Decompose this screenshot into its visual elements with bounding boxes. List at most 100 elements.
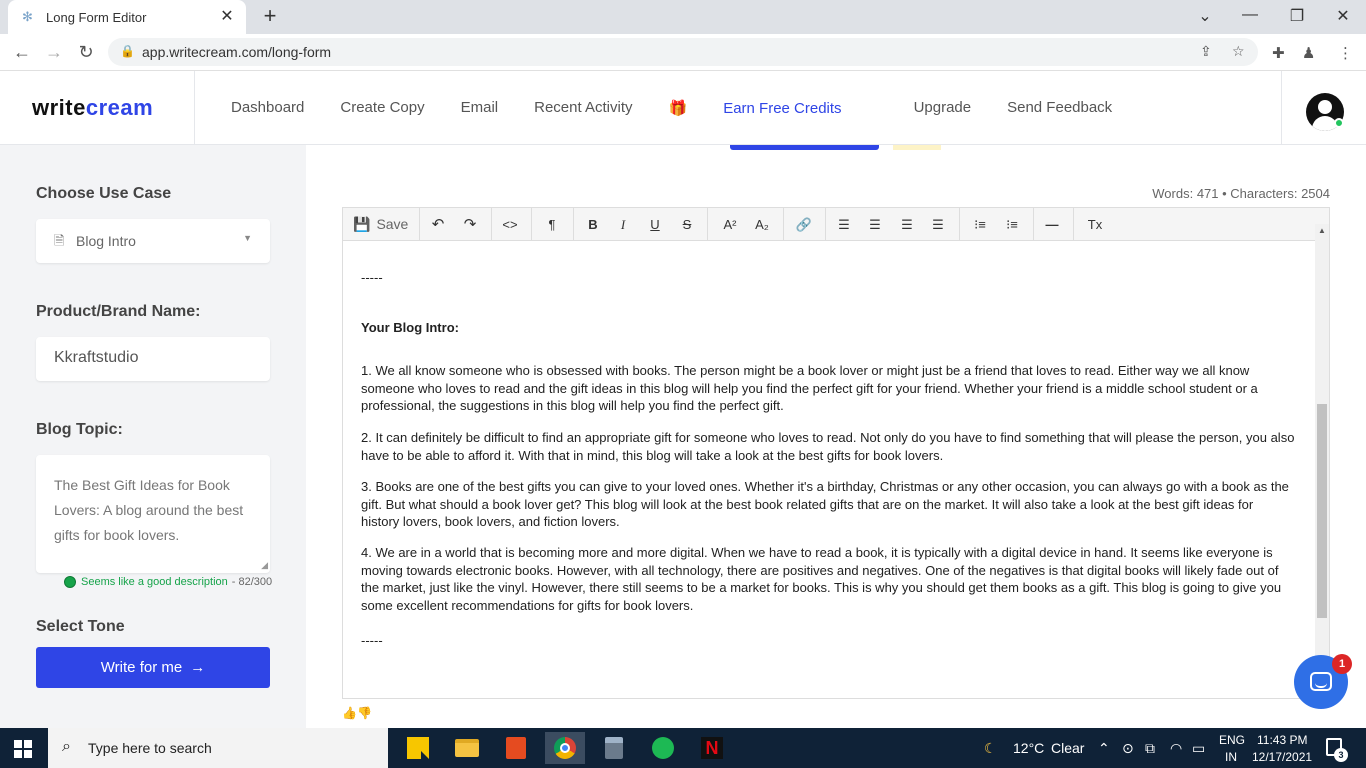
nav-upgrade[interactable]: Upgrade (914, 99, 972, 117)
scrollbar-thumb[interactable] (1317, 404, 1327, 618)
scroll-up-arrow-icon[interactable]: ▲ (1318, 226, 1326, 235)
close-tab-icon[interactable]: ✕ (218, 8, 236, 26)
tray-app-icon[interactable]: ⊙ (1122, 740, 1134, 757)
language-region[interactable]: IN (1225, 750, 1237, 764)
blog-topic-label: Blog Topic: (36, 421, 123, 438)
description-char-count: - 82/300 (231, 576, 273, 588)
redo-icon[interactable]: ↷ (457, 208, 483, 241)
tab-search-chevron-icon[interactable]: ⌄ (1193, 6, 1217, 26)
calculator-app[interactable] (594, 732, 634, 764)
top-secondary-button[interactable] (893, 145, 941, 150)
align-right-icon[interactable]: ☰ (894, 208, 920, 241)
chrome-icon (554, 737, 576, 759)
rich-text-editor: 💾 Save ↶ ↷ <> ¶ B I U S A² A₂ 🔗 ☰ ☰ ☰ ☰ (342, 207, 1330, 699)
wifi-icon[interactable]: ◠ (1170, 740, 1182, 757)
weather-temp[interactable]: 12°C (1013, 740, 1044, 756)
browser-menu-icon[interactable]: ⋮ (1338, 44, 1353, 62)
numbered-list-icon[interactable]: ⁝≡ (999, 208, 1025, 241)
taskbar-search[interactable]: ⌕ Type here to search (48, 728, 388, 768)
search-icon: ⌕ (62, 738, 71, 755)
spotify-app[interactable] (643, 732, 683, 764)
nav-dashboard[interactable]: Dashboard (231, 99, 304, 117)
code-view-icon[interactable]: <> (497, 208, 523, 241)
battery-icon[interactable]: ▭ (1192, 740, 1205, 757)
netflix-app[interactable]: N (692, 732, 732, 764)
chat-unread-badge: 1 (1332, 654, 1352, 674)
notification-count: 3 (1334, 748, 1348, 762)
top-action-button[interactable] (730, 145, 879, 150)
link-icon[interactable]: 🔗 (791, 208, 817, 241)
browser-tab[interactable]: ✻ Long Form Editor ✕ (8, 0, 246, 34)
close-window-icon[interactable]: ✕ (1331, 6, 1355, 26)
toolbar-separator (959, 208, 960, 241)
align-center-icon[interactable]: ☰ (862, 208, 888, 241)
lock-icon[interactable]: 🔒 (120, 44, 135, 58)
separator-bottom: ----- (361, 633, 383, 648)
intro-paragraph-4: 4. We are in a world that is becoming mo… (361, 545, 1282, 613)
write-button-label: Write for me (100, 659, 183, 676)
file-explorer-app[interactable] (447, 732, 487, 764)
description-status-text: Seems like a good description (81, 576, 228, 588)
check-circle-icon (64, 576, 76, 588)
subscript-icon[interactable]: A₂ (749, 208, 775, 241)
blog-topic-textarea[interactable]: The Best Gift Ideas for Book Lovers: A b… (36, 455, 270, 573)
undo-icon[interactable]: ↶ (425, 208, 451, 241)
strikethrough-icon[interactable]: S (675, 208, 699, 241)
align-left-icon[interactable]: ☰ (831, 208, 857, 241)
separator-top: ----- (361, 270, 383, 285)
reload-icon[interactable]: ↻ (76, 42, 96, 62)
app-header: writecream Dashboard Create Copy Email R… (0, 71, 1366, 145)
superscript-icon[interactable]: A² (717, 208, 743, 241)
nav-create-copy[interactable]: Create Copy (340, 99, 424, 117)
editor-content[interactable]: ----- Your Blog Intro: 1. We all know so… (361, 241, 1299, 698)
nav-email[interactable]: Email (461, 99, 499, 117)
horizontal-rule-icon[interactable]: — (1039, 208, 1065, 241)
brand-name-input[interactable]: Kkraftstudio (36, 337, 270, 381)
clock-date[interactable]: 12/17/2021 (1252, 750, 1312, 764)
save-button[interactable]: 💾 Save (353, 208, 413, 241)
clock-time[interactable]: 11:43 PM (1257, 733, 1307, 747)
toolbar-separator (419, 208, 420, 241)
chrome-app[interactable] (545, 732, 585, 764)
resize-handle-icon[interactable]: ◢ (261, 560, 268, 571)
nav-send-feedback[interactable]: Send Feedback (1007, 99, 1112, 117)
back-icon[interactable]: ← (12, 42, 32, 62)
share-icon[interactable]: ⇪ (1200, 43, 1212, 60)
forward-icon[interactable]: → (44, 42, 64, 62)
language-code[interactable]: ENG (1219, 733, 1245, 747)
clear-formatting-icon[interactable]: Tx (1081, 208, 1109, 241)
restore-icon[interactable]: ❐ (1285, 6, 1309, 26)
new-tab-icon[interactable]: + (258, 5, 282, 29)
show-hidden-icons-chevron-icon[interactable]: ⌃ (1098, 740, 1110, 757)
use-case-select[interactable]: 🗎 Blog Intro ▼ (36, 219, 270, 263)
underline-icon[interactable]: U (643, 208, 667, 241)
thumbs-up-icon[interactable]: 👍 (342, 706, 357, 720)
bold-icon[interactable]: B (581, 208, 605, 241)
editor-scrollbar[interactable]: ▲ (1315, 224, 1329, 698)
italic-icon[interactable]: I (611, 208, 635, 241)
weather-condition[interactable]: Clear (1051, 740, 1084, 756)
sticky-notes-app[interactable] (398, 732, 438, 764)
extensions-puzzle-icon[interactable]: ✚ (1272, 44, 1285, 62)
weather-moon-icon[interactable]: ☾ (984, 740, 997, 757)
url-text[interactable]: app.writecream.com/long-form (142, 44, 331, 60)
writecream-logo[interactable]: writecream (32, 95, 153, 121)
nav-recent-activity[interactable]: Recent Activity (534, 99, 632, 117)
main-area: Words: 471 • Characters: 2504 💾 Save ↶ ↷… (306, 145, 1366, 728)
bookmark-star-icon[interactable]: ☆ (1232, 43, 1245, 60)
windows-start-icon[interactable] (14, 740, 32, 758)
paragraph-format-icon[interactable]: ¶ (539, 208, 565, 241)
main-nav: Dashboard Create Copy Email Recent Activ… (231, 99, 1148, 117)
profile-extension-icon[interactable]: ♟ (1302, 44, 1315, 62)
intro-paragraph-1: 1. We all know someone who is obsessed w… (361, 363, 1258, 413)
omnibox[interactable]: 🔒 app.writecream.com/long-form ⇪ ☆ (108, 38, 1258, 66)
thumbs-down-icon[interactable]: 👎 (357, 706, 372, 720)
nav-earn-free-credits[interactable]: 🎁 Earn Free Credits (669, 99, 878, 118)
description-status: Seems like a good description - 82/300 (64, 576, 272, 588)
minimize-icon[interactable]: — (1238, 6, 1262, 24)
bulleted-list-icon[interactable]: ⁝≡ (967, 208, 993, 241)
align-justify-icon[interactable]: ☰ (925, 208, 951, 241)
tray-screen-icon[interactable]: ⧉ (1145, 740, 1155, 757)
write-for-me-button[interactable]: Write for me → (36, 647, 270, 688)
office-app[interactable] (496, 732, 536, 764)
